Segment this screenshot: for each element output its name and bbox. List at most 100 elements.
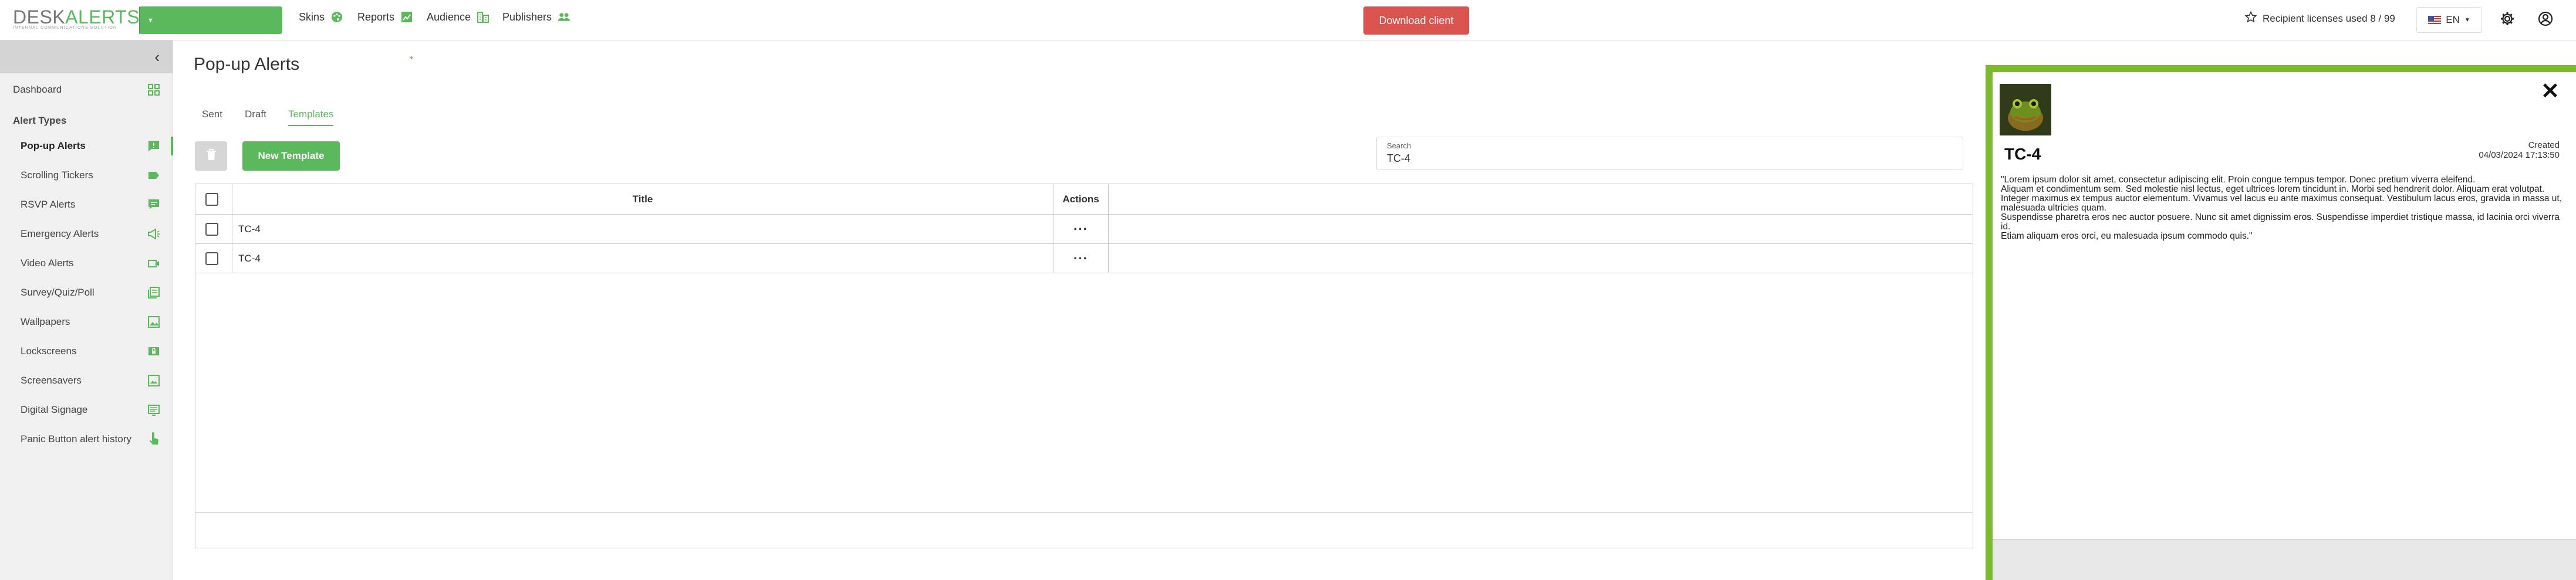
search-input[interactable]: Search TC-4: [1376, 137, 1963, 170]
column-header-actions: Actions: [1062, 193, 1099, 205]
body-line: Etiam aliquam eros orci, eu malesuada ip…: [2001, 231, 2253, 241]
row-checkbox[interactable]: [205, 215, 221, 243]
sidebar-item-survey-quiz-poll[interactable]: Survey/Quiz/Poll: [0, 281, 173, 304]
logo-text-alerts: ALERTS: [65, 6, 140, 28]
tab-templates[interactable]: Templates: [288, 108, 334, 126]
screensaver-icon: [147, 374, 161, 388]
table-footer-divider: [195, 512, 1973, 513]
chart-icon: [400, 11, 413, 23]
caret-down-icon: ▼: [147, 16, 154, 24]
hand-pointer-icon: [147, 432, 161, 446]
users-icon: [558, 11, 570, 23]
wallpaper-icon: [147, 315, 161, 329]
created-value: 04/03/2024 17:13:50: [2479, 150, 2560, 160]
body-line: "Lorem ipsum dolor sit amet, consectetur…: [2001, 175, 2476, 185]
sidebar-item-dashboard[interactable]: Dashboard: [0, 78, 173, 101]
sidebar-item-label: Digital Signage: [21, 404, 88, 415]
column-header-title[interactable]: Title: [232, 184, 1054, 214]
created-label: Created: [2528, 140, 2560, 150]
sidebar-item-label: Emergency Alerts: [21, 228, 99, 239]
recipient-licenses[interactable]: Recipient licenses used 8 / 99: [2244, 11, 2395, 26]
templates-table: Title Actions TC-4 ··· TC-4 ···: [195, 184, 1973, 548]
sidebar-item-digital-signage[interactable]: Digital Signage: [0, 398, 173, 422]
compose-dropdown-toggle[interactable]: ▼: [139, 6, 161, 34]
video-camera-icon: [147, 256, 161, 270]
table-row[interactable]: TC-4 ···: [195, 215, 1973, 244]
nav-skins[interactable]: Skins: [299, 11, 343, 23]
delete-button[interactable]: [195, 141, 227, 171]
language-label: EN: [2446, 14, 2460, 25]
search-label: Search: [1387, 141, 1412, 150]
table-header: Title Actions: [195, 184, 1973, 215]
sidebar-item-label: RSVP Alerts: [21, 199, 76, 210]
preview-title: TC-4: [2004, 145, 2041, 163]
nav-reports-label: Reports: [357, 11, 395, 23]
select-all-checkbox[interactable]: [205, 184, 221, 214]
page-title: Pop-up Alerts: [194, 55, 300, 74]
sidebar-item-lockscreens[interactable]: Lockscreens: [0, 340, 173, 363]
tab-sent[interactable]: Sent: [202, 108, 222, 125]
recipient-licenses-label: Recipient licenses used 8 / 99: [2263, 12, 2395, 24]
sidebar-item-wallpapers[interactable]: Wallpapers: [0, 310, 173, 334]
us-flag-icon: [2428, 16, 2442, 24]
sidebar-item-popup-alerts[interactable]: Pop-up Alerts: [0, 134, 173, 158]
user-account-icon[interactable]: [2537, 10, 2554, 28]
nav-publishers-label: Publishers: [502, 11, 552, 23]
sidebar-item-emergency-alerts[interactable]: Emergency Alerts: [0, 222, 173, 246]
sidebar-item-rsvp-alerts[interactable]: RSVP Alerts: [0, 193, 173, 216]
row-actions-menu[interactable]: ···: [1054, 215, 1108, 243]
logo-text-desk: DESK: [13, 6, 66, 28]
download-client-button[interactable]: Download client: [1363, 6, 1469, 35]
sidebar-item-screensavers[interactable]: Screensavers: [0, 369, 173, 392]
preview-body: "Lorem ipsum dolor sit amet, consectetur…: [2001, 175, 2564, 241]
palette-icon: [330, 11, 343, 23]
sidebar-collapse-button[interactable]: ‹: [0, 40, 173, 73]
sidebar-item-video-alerts[interactable]: Video Alerts: [0, 252, 173, 275]
sidebar-item-label: Lockscreens: [21, 345, 77, 357]
sidebar-item-label: Dashboard: [13, 84, 62, 95]
sidebar-item-label: Scrolling Tickers: [21, 169, 93, 181]
sidebar-item-label: Video Alerts: [21, 257, 74, 269]
body-line: Aliquam et condimentum sem. Sed molestie…: [2001, 184, 2545, 194]
caret-down-icon: ▼: [2464, 16, 2470, 23]
template-preview-panel: ✕ TC-4 Created 04/03/2024 17:13:50 "Lore…: [1986, 65, 2576, 580]
created-info: Created 04/03/2024 17:13:50: [2479, 140, 2560, 160]
settings-gear-icon[interactable]: [2499, 10, 2516, 28]
language-selector[interactable]: EN ▼: [2416, 7, 2482, 33]
chevron-left-icon: ‹: [154, 48, 160, 66]
row-checkbox[interactable]: [205, 244, 221, 273]
compose-alert-button-group: Compose Alert ▼: [139, 6, 416, 66]
row-title[interactable]: TC-4: [238, 215, 261, 243]
trash-icon: [205, 148, 217, 164]
row-actions-menu[interactable]: ···: [1054, 244, 1108, 273]
dashboard-icon: [147, 83, 161, 97]
nav-publishers[interactable]: Publishers: [502, 11, 570, 23]
nav-skins-label: Skins: [299, 11, 325, 23]
nav-reports[interactable]: Reports: [357, 11, 413, 23]
new-template-button[interactable]: New Template: [242, 141, 340, 171]
survey-icon: [147, 286, 161, 300]
sidebar-item-scrolling-tickers[interactable]: Scrolling Tickers: [0, 164, 173, 187]
body-line: Integer maximus ex tempus auctor element…: [2001, 194, 2562, 213]
sidebar-item-panic-button-history[interactable]: Panic Button alert history: [0, 428, 173, 451]
sidebar-item-label: Panic Button alert history: [21, 433, 131, 445]
sidebar-item-label: Wallpapers: [21, 316, 70, 327]
building-icon: [477, 11, 489, 23]
tab-draft[interactable]: Draft: [245, 108, 266, 125]
sidebar-item-label: Survey/Quiz/Poll: [21, 287, 94, 298]
table-row[interactable]: TC-4 ···: [195, 244, 1973, 273]
row-title[interactable]: TC-4: [238, 244, 261, 273]
megaphone-icon: [147, 227, 161, 241]
lockscreen-icon: [147, 344, 161, 358]
star-icon: [2244, 11, 2257, 26]
close-icon[interactable]: ✕: [2541, 80, 2560, 103]
body-line: Suspendisse pharetra eros nec auctor pos…: [2001, 212, 2560, 232]
nav-audience-label: Audience: [427, 11, 471, 23]
alert-thumbnail-image: [2000, 84, 2051, 135]
nav-audience[interactable]: Audience: [427, 11, 489, 23]
sidebar-item-label: Screensavers: [21, 375, 82, 386]
rsvp-chat-icon: [147, 198, 161, 212]
top-bar: DESKALERTS INTERNAL COMMUNICATIONS SOLUT…: [0, 0, 2576, 66]
desk-alerts-logo[interactable]: DESKALERTS INTERNAL COMMUNICATIONS SOLUT…: [13, 7, 140, 30]
popup-alert-icon: [147, 139, 161, 153]
